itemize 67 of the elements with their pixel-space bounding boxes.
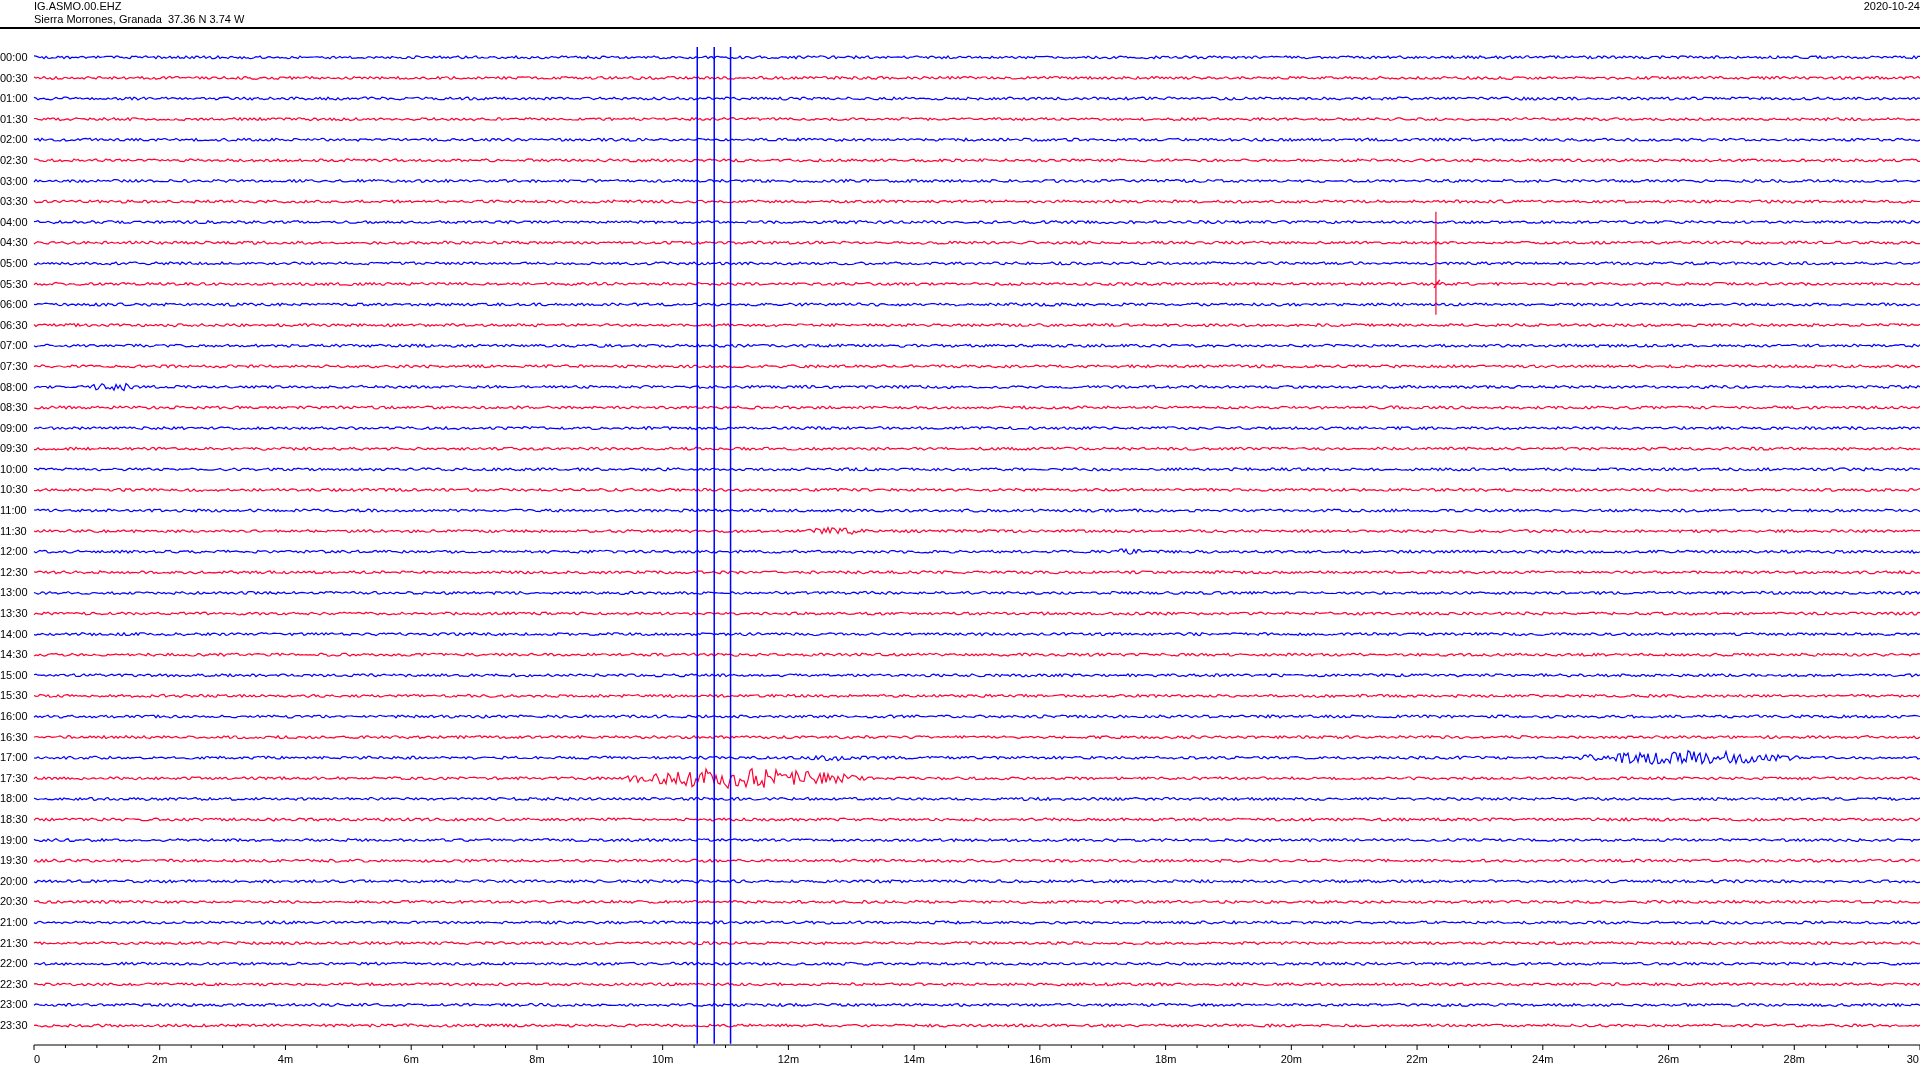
trace-time-label: 11:00 bbox=[0, 503, 28, 519]
trace-time-label: 19:00 bbox=[0, 832, 29, 848]
trace-time-label: 10:30 bbox=[0, 482, 29, 498]
trace-time-label: 00:00 bbox=[0, 50, 29, 65]
trace-time-label: 10:00 bbox=[0, 461, 29, 477]
axis-tick-label: 2m bbox=[152, 1052, 168, 1065]
trace-time-label: 03:00 bbox=[0, 173, 29, 189]
axis-tick-label: 26m bbox=[1657, 1052, 1680, 1065]
trace-time-label: 12:00 bbox=[0, 544, 29, 560]
axis-tick-label: 24m bbox=[1532, 1052, 1554, 1065]
trace-time-label: 07:30 bbox=[0, 358, 29, 374]
record-date: 2020-10-24 bbox=[1863, 0, 1920, 14]
trace-time-label: 13:30 bbox=[0, 606, 29, 622]
trace-time-label: 08:30 bbox=[0, 400, 29, 416]
trace-time-label: 18:30 bbox=[0, 811, 29, 827]
trace-time-label: 05:00 bbox=[0, 255, 29, 271]
trace-time-label: 11:30 bbox=[0, 523, 28, 539]
trace-time-label: 04:30 bbox=[0, 235, 29, 251]
trace-time-label: 15:00 bbox=[0, 667, 29, 683]
trace-time-label: 22:30 bbox=[0, 976, 29, 992]
axis-tick-label: 0 bbox=[34, 1052, 41, 1065]
axis-tick-label: 4m bbox=[277, 1052, 294, 1065]
axis-tick-label: 10m bbox=[651, 1052, 674, 1065]
trace-time-label: 02:00 bbox=[0, 132, 29, 148]
axis-tick-label: 20m bbox=[1280, 1052, 1303, 1065]
trace-time-label: 16:00 bbox=[0, 709, 29, 724]
trace-time-label: 14:30 bbox=[0, 647, 29, 663]
axis-tick-label: 22m bbox=[1406, 1052, 1428, 1065]
trace-time-label: 05:30 bbox=[0, 276, 29, 292]
trace-time-label: 18:00 bbox=[0, 791, 29, 807]
axis-tick-label: 6m bbox=[403, 1052, 419, 1065]
trace-time-label: 09:00 bbox=[0, 420, 29, 436]
trace-time-label: 01:00 bbox=[0, 91, 29, 107]
trace-time-label: 19:30 bbox=[0, 853, 29, 869]
axis-tick-label: 14m bbox=[903, 1052, 925, 1065]
trace-time-label: 13:00 bbox=[0, 585, 29, 601]
axis-tick-label: 28m bbox=[1783, 1052, 1805, 1065]
trace-time-label: 07:00 bbox=[0, 338, 29, 354]
trace-time-label: 21:30 bbox=[0, 935, 29, 951]
trace-time-label: 08:00 bbox=[0, 379, 29, 395]
axis-tick-label: 12m bbox=[777, 1052, 800, 1065]
trace-time-label: 23:30 bbox=[0, 1017, 29, 1033]
axis-tick-label: 8m bbox=[529, 1052, 545, 1065]
trace-time-label: 01:30 bbox=[0, 111, 29, 127]
trace-time-label: 21:00 bbox=[0, 914, 29, 930]
trace-time-label: 09:30 bbox=[0, 441, 29, 457]
trace-time-label: 20:00 bbox=[0, 873, 29, 889]
trace-time-label: 15:30 bbox=[0, 688, 29, 704]
trace-time-label: 02:30 bbox=[0, 152, 29, 168]
station-code: IG.ASMO.00.EHZ bbox=[34, 0, 123, 13]
trace-time-label: 17:00 bbox=[0, 750, 29, 766]
trace-time-label: 04:00 bbox=[0, 214, 29, 230]
trace-time-label: 14:00 bbox=[0, 626, 29, 642]
trace-time-label: 16:30 bbox=[0, 729, 29, 745]
trace-time-label: 03:30 bbox=[0, 194, 29, 210]
station-location: Sierra Morrones, Granada 37.36 N 3.74 W bbox=[34, 13, 245, 26]
trace-time-label: 22:00 bbox=[0, 956, 29, 972]
trace-time-label: 23:00 bbox=[0, 997, 29, 1013]
axis-tick-label: 18m bbox=[1154, 1052, 1177, 1065]
trace-time-label: 17:30 bbox=[0, 770, 29, 786]
axis-tick-label: 16m bbox=[1029, 1052, 1051, 1065]
trace-time-label: 06:00 bbox=[0, 297, 29, 313]
trace-time-label: 00:30 bbox=[0, 70, 29, 86]
axis-tick-label: 30 bbox=[1906, 1052, 1919, 1065]
trace-time-label: 06:30 bbox=[0, 317, 29, 333]
trace-time-label: 20:30 bbox=[0, 894, 29, 910]
trace-time-label: 12:30 bbox=[0, 564, 29, 580]
